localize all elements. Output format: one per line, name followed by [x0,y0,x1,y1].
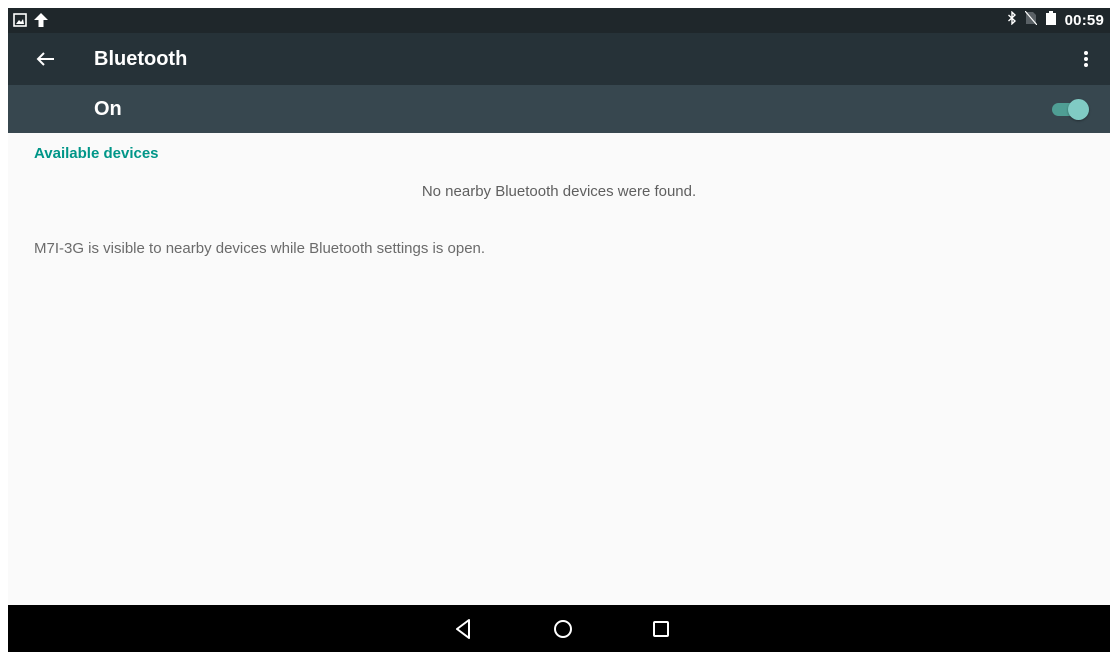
notification-icons [13,12,49,33]
bluetooth-icon [1007,10,1017,30]
visibility-footer-text: M7I-3G is visible to nearby devices whil… [34,240,486,257]
recents-nav-icon [646,615,676,643]
nav-back-button[interactable] [448,615,478,643]
overflow-menu-button[interactable] [1074,45,1098,73]
toggle-thumb [1068,99,1089,120]
home-nav-icon [548,615,578,643]
app-toolbar: Bluetooth [8,33,1110,85]
bluetooth-switch-bar[interactable]: On [8,85,1110,133]
picture-icon [13,13,27,32]
battery-icon [1045,11,1057,30]
navigation-bar [8,605,1110,652]
switch-label: On [94,98,122,120]
status-bar: 00:59 [8,8,1110,33]
back-nav-icon [448,615,478,643]
nav-recents-button[interactable] [646,615,676,643]
available-devices-header: Available devices [34,145,159,162]
nav-home-button[interactable] [548,615,578,643]
upload-arrow-icon [33,12,49,33]
page-title: Bluetooth [94,48,188,70]
more-vert-icon [1074,51,1098,77]
no-devices-message: No nearby Bluetooth devices were found. [421,183,697,200]
back-arrow-icon [30,52,62,77]
bluetooth-settings-screen: 00:59 Bluetooth On Available devices No … [8,8,1110,652]
no-sim-icon [1024,10,1038,30]
clock: 00:59 [1064,12,1104,29]
back-button[interactable] [30,45,62,73]
system-status-icons: 00:59 [1007,8,1104,33]
bluetooth-toggle[interactable] [1050,97,1090,121]
